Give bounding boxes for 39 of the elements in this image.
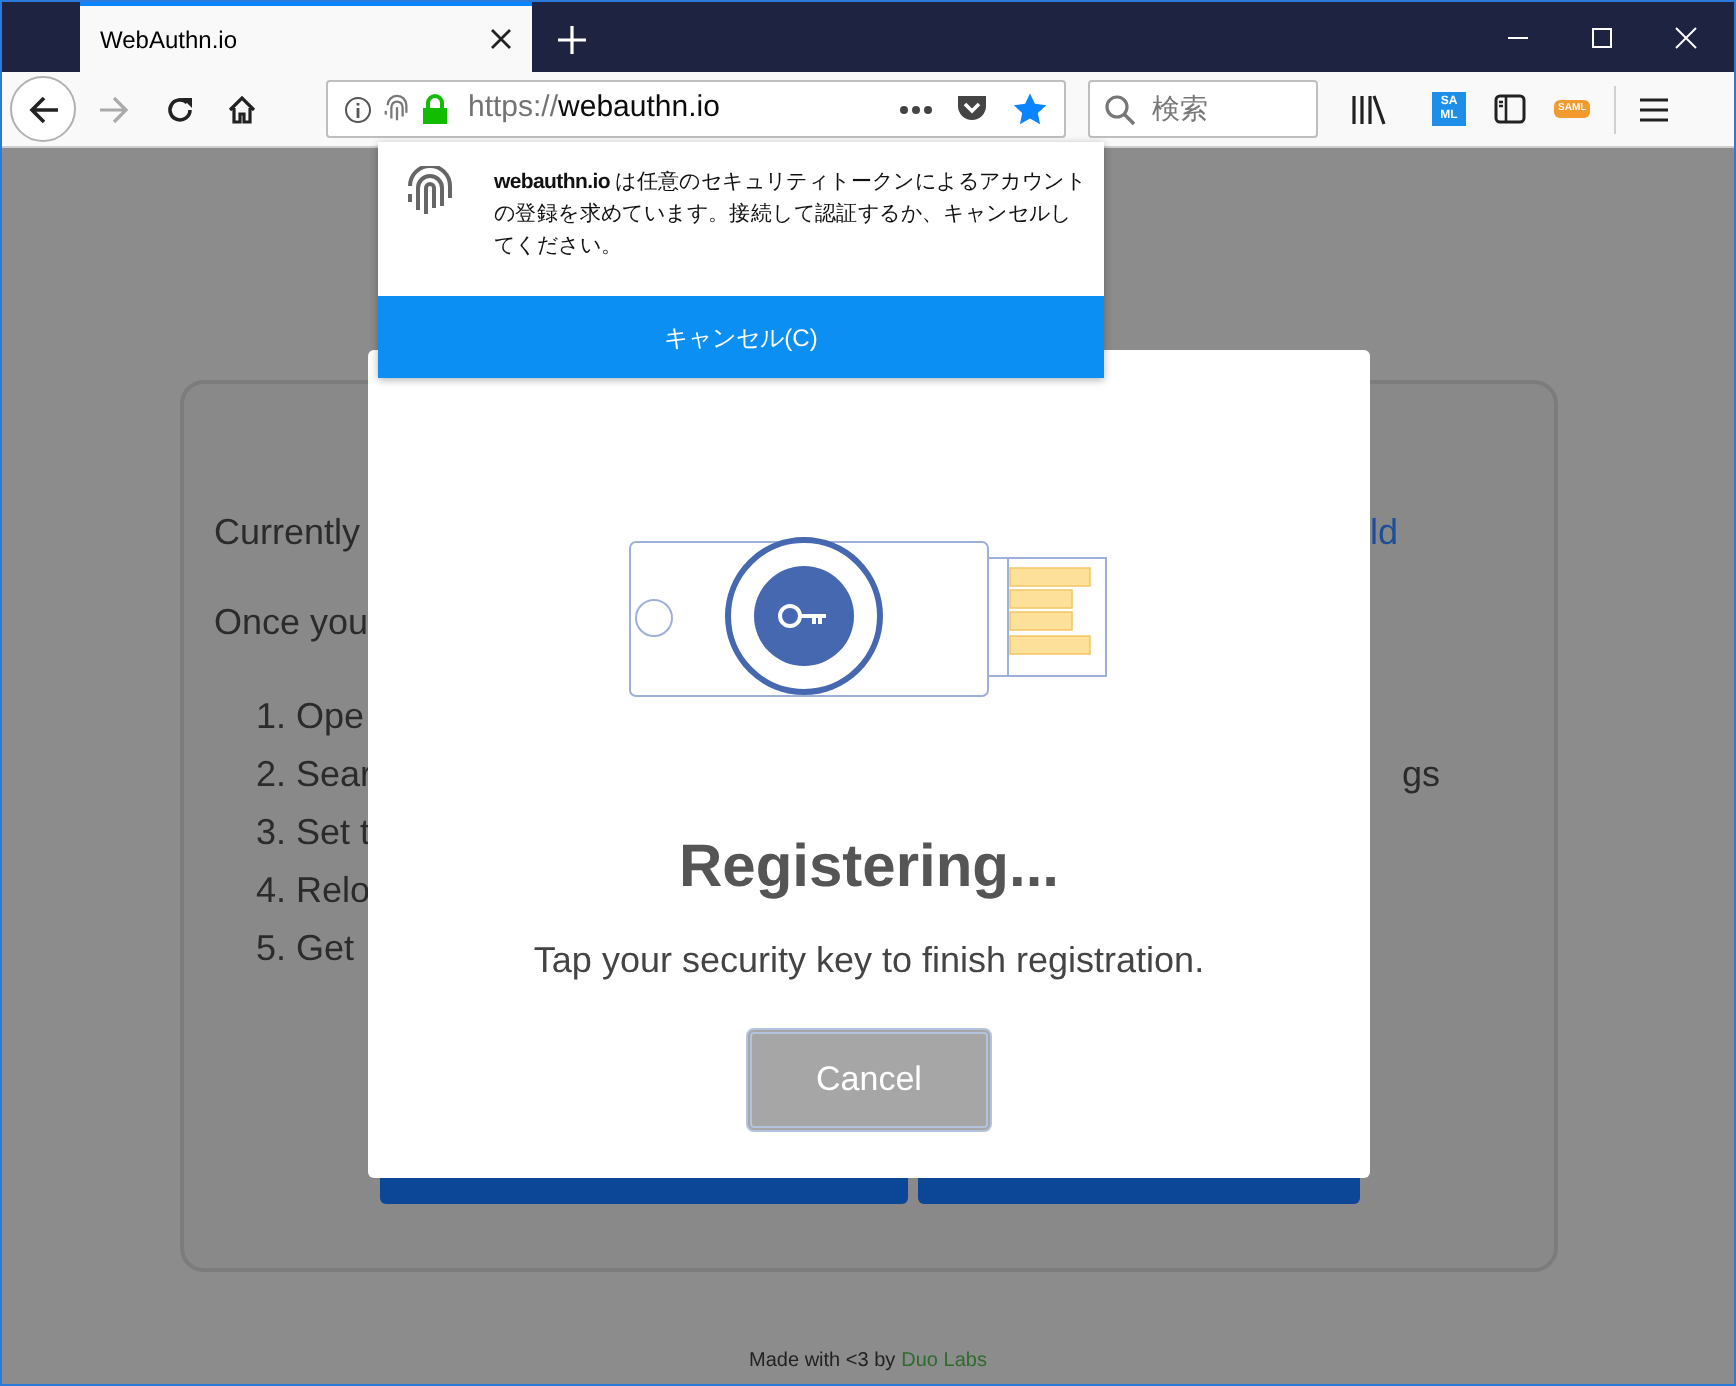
search-field[interactable]: 検索 — [1088, 80, 1318, 138]
browser-tab[interactable]: WebAuthn.io — [80, 2, 532, 72]
fingerprint-icon[interactable] — [382, 94, 412, 124]
link-text[interactable]: ld — [1369, 508, 1398, 556]
fingerprint-icon — [404, 166, 456, 220]
body-text: 2. Sear — [256, 752, 373, 798]
maximize-icon[interactable] — [1590, 25, 1614, 49]
menu-icon[interactable] — [1640, 97, 1669, 121]
body-text: Currently — [214, 510, 361, 556]
address-bar[interactable]: https://webauthn.io — [326, 80, 1066, 138]
dialog-message: Tap your security key to finish registration. — [533, 938, 1205, 982]
pocket-icon[interactable] — [956, 94, 988, 124]
dialog-title: Registering... — [678, 832, 1060, 904]
close-icon[interactable] — [1674, 25, 1698, 49]
footer-link[interactable]: Duo Labs — [901, 1346, 987, 1376]
back-arrow-icon — [27, 93, 59, 125]
body-text: 1. Ope — [256, 694, 365, 740]
footer-text: Made with <3 by — [749, 1348, 896, 1376]
library-icon[interactable] — [1350, 93, 1386, 125]
tab-title: WebAuthn.io — [100, 23, 237, 57]
reload-icon[interactable] — [164, 93, 196, 125]
body-text: 4. Relo — [256, 868, 371, 914]
lock-icon — [422, 94, 448, 124]
cancel-button[interactable]: Cancel — [746, 1028, 992, 1132]
body-text: Once you — [214, 600, 369, 646]
more-icon[interactable] — [900, 105, 932, 113]
info-icon[interactable] — [344, 95, 372, 123]
body-text: gs — [1401, 752, 1440, 798]
new-tab-icon[interactable] — [556, 24, 588, 56]
close-tab-icon[interactable] — [490, 28, 512, 50]
url-text: https://webauthn.io — [468, 88, 720, 129]
back-button[interactable] — [10, 76, 76, 142]
home-icon[interactable] — [226, 93, 258, 125]
sidebar-icon[interactable] — [1494, 94, 1526, 124]
permission-message: webauthn.io は任意のセキュリティトークンによるアカウントの登録を求めています。接続して認証するか、キャンセルしてください。 — [494, 168, 1086, 262]
star-icon[interactable] — [1012, 92, 1048, 126]
search-icon — [1104, 93, 1136, 125]
body-text: 5. Get — [256, 926, 355, 972]
popup-cancel-button[interactable]: キャンセル(C) — [378, 296, 1104, 378]
